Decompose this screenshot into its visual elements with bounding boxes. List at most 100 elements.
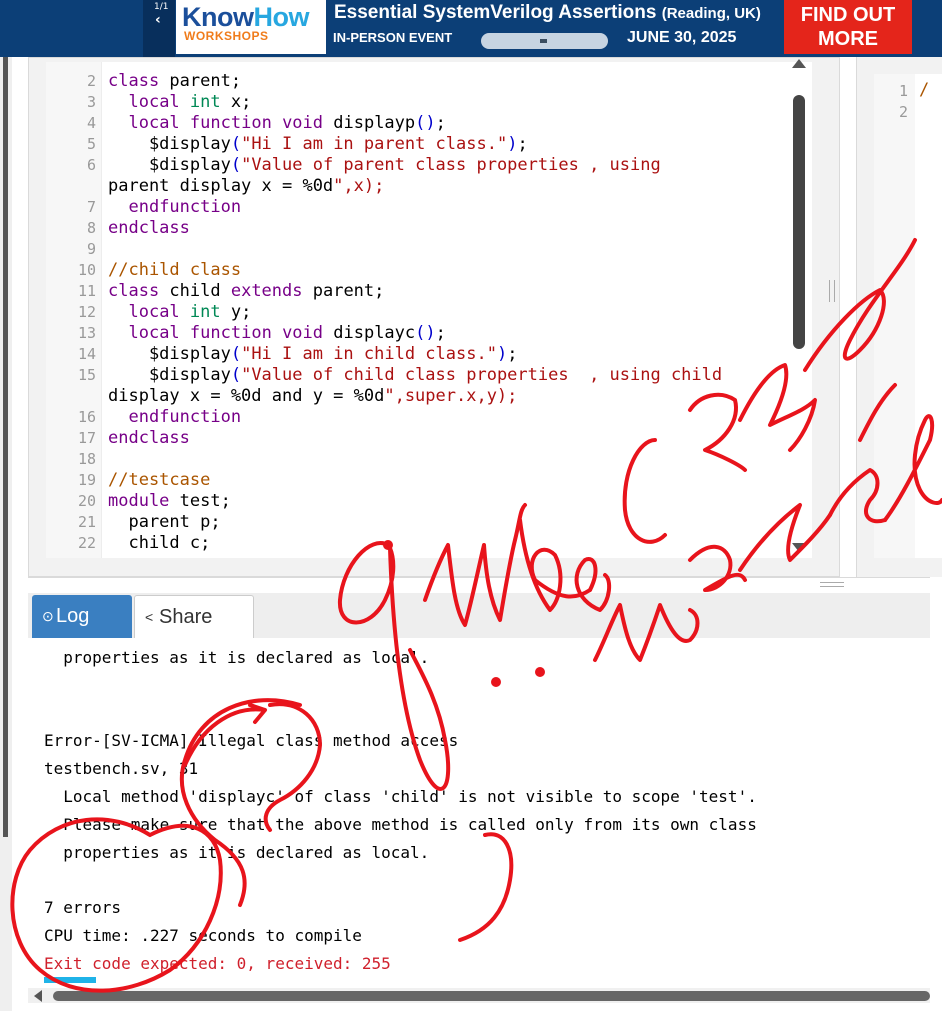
code-text: class child extends parent; [108, 281, 385, 301]
code-line[interactable]: 9 [46, 239, 812, 260]
code-line[interactable]: 6 $display("Value of parent class proper… [46, 155, 812, 176]
code-line[interactable]: 16 endfunction [46, 407, 812, 428]
line-number: 13 [77, 324, 96, 342]
page-scrollbar[interactable]: ▼ [0, 57, 12, 1011]
code-text: module test; [108, 491, 231, 511]
code-line[interactable]: 3 local int x; [46, 92, 812, 113]
line-number: 5 [86, 135, 96, 153]
log-line: Please make sure that the above method i… [44, 814, 757, 834]
code-editor[interactable]: 2 class parent; 3 local int x; 4 local func… [46, 62, 812, 558]
line-number: 16 [77, 408, 96, 426]
code-text: $display("Value of child class propertie… [108, 365, 723, 385]
code-line[interactable]: 14 $display("Hi I am in child class."); [46, 344, 812, 365]
code-text: endfunction [128, 197, 242, 217]
scroll-up-icon[interactable] [792, 59, 806, 68]
line-number: 6 [86, 156, 96, 174]
code-line[interactable]: 11 class child extends parent; [46, 281, 812, 302]
code-text: //testcase [108, 470, 211, 490]
banner-slide-indicator [481, 33, 608, 49]
code-line[interactable]: 2 class parent; [46, 71, 812, 92]
code-line[interactable]: 5 $display("Hi I am in parent class."); [46, 134, 812, 155]
logo-how: How [253, 2, 310, 32]
banner-title: Essential SystemVerilog Assertions (Read… [334, 2, 761, 24]
code-line[interactable]: 15 $display("Value of child class proper… [46, 365, 812, 386]
banner-event-date: JUNE 30, 2025 [627, 29, 737, 46]
splitter-grip-handle[interactable] [820, 582, 844, 587]
line-number: 17 [77, 429, 96, 447]
code-text: display x = %0d and y = %0d",super.x,y); [108, 386, 518, 406]
code-line[interactable]: 8 endclass [46, 218, 812, 239]
share-icon: < [145, 609, 154, 625]
log-text: properties as it is declared as local. E… [44, 644, 757, 978]
code-content[interactable]: 2 class parent; 3 local int x; 4 local func… [46, 71, 812, 554]
line-number: 14 [77, 345, 96, 363]
cta-line-2: MORE [818, 28, 878, 50]
code-line[interactable]: 13 local function void displayc(); [46, 323, 812, 344]
cta-line-1: FIND OUT [800, 4, 896, 26]
code-line[interactable]: 7 endfunction [46, 197, 812, 218]
code-text: class parent; [108, 71, 242, 91]
log-horizontal-scrollbar[interactable] [28, 988, 930, 1003]
editor-scrollbar[interactable] [789, 57, 809, 557]
log-scroll-thumb[interactable] [53, 991, 930, 1001]
code-line[interactable]: display x = %0d and y = %0d",super.x,y); [46, 386, 812, 407]
code-line[interactable]: 19 //testcase [46, 470, 812, 491]
line-number: 20 [77, 492, 96, 510]
find-out-more-button[interactable]: FIND OUT MORE [784, 0, 912, 54]
code-text: $display("Value of parent class properti… [108, 155, 661, 175]
ad-banner[interactable]: 1/1 ‹ KnowHow WORKSHOPS Essential System… [0, 0, 942, 57]
line-number: 7 [86, 198, 96, 216]
line-number: 22 [77, 534, 96, 552]
code-line[interactable]: 22 child c; [46, 533, 812, 554]
results-tabs: ⊙ Log < Share [28, 593, 930, 638]
banner-event-kind: IN-PERSON EVENT [333, 30, 453, 45]
tab-log-label: Log [56, 605, 90, 627]
line-number: 18 [77, 450, 96, 468]
vertical-splitter-handle[interactable] [829, 280, 835, 302]
line-number: 2 [86, 72, 96, 90]
line-number: 3 [86, 93, 96, 111]
tab-share-label: Share [159, 606, 213, 628]
code-line[interactable]: 20 module test; [46, 491, 812, 512]
code-text: $display("Hi I am in child class."); [108, 344, 518, 364]
banner-event-info[interactable]: Essential SystemVerilog Assertions (Read… [327, 0, 781, 54]
code-line[interactable]: parent display x = %0d",x); [46, 176, 812, 197]
editor-scroll-thumb[interactable] [793, 95, 805, 349]
log-line: 7 errors [44, 898, 122, 918]
line-number: 1 [898, 82, 908, 100]
log-line: properties as it is declared as local. [44, 842, 430, 862]
scroll-left-icon[interactable] [34, 990, 42, 1002]
progress-indicator [44, 977, 96, 983]
log-output[interactable]: properties as it is declared as local. E… [28, 638, 930, 990]
line-number: 8 [86, 219, 96, 237]
line-number: 4 [86, 114, 96, 132]
code-line[interactable]: 12 local int y; [46, 302, 812, 323]
page-scroll-thumb[interactable] [3, 57, 8, 837]
line-number: 10 [77, 261, 96, 279]
code-comment: / [919, 80, 930, 100]
horizontal-splitter[interactable] [28, 577, 930, 593]
log-line: Local method 'displayc' of class 'child'… [44, 786, 757, 806]
scroll-down-icon[interactable] [792, 543, 806, 552]
code-line[interactable]: 18 [46, 449, 812, 470]
log-line: properties as it is declared as local. [44, 648, 430, 667]
logo-know: Know [182, 2, 254, 32]
code-text: local int y; [128, 302, 252, 322]
tab-log[interactable]: ⊙ Log [32, 595, 132, 638]
line-number: 9 [86, 240, 96, 258]
line-number: 2 [898, 103, 908, 121]
code-line[interactable]: 10 //child class [46, 260, 812, 281]
code-text: local function void displayc(); [128, 323, 446, 343]
design-code-editor[interactable]: 1 2 / [874, 74, 942, 558]
code-line[interactable]: 17 endclass [46, 428, 812, 449]
knowhow-logo[interactable]: KnowHow WORKSHOPS [176, 0, 326, 54]
code-text: $display("Hi I am in parent class."); [108, 134, 528, 154]
line-number: 12 [77, 303, 96, 321]
code-line[interactable]: 21 parent p; [46, 512, 812, 533]
tab-share[interactable]: < Share [134, 595, 254, 638]
banner-title-main: Essential SystemVerilog Assertions [334, 2, 657, 23]
code-line[interactable]: 4 local function void displayp(); [46, 113, 812, 134]
chevron-left-icon[interactable]: ‹ [155, 12, 161, 28]
code-text: endclass [108, 428, 190, 448]
